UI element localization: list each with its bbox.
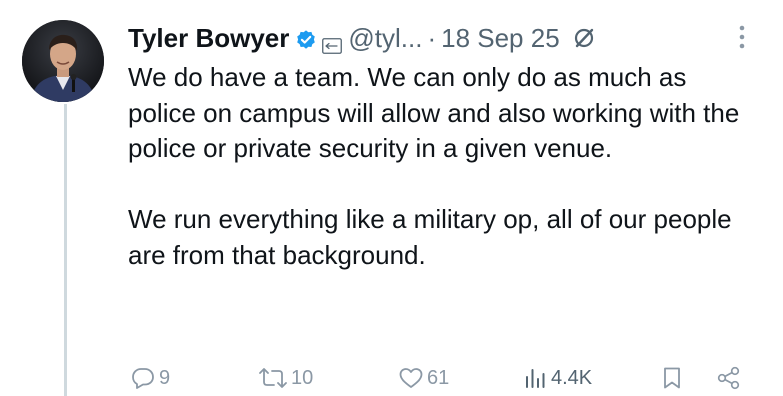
repost-icon bbox=[258, 366, 288, 390]
author-name[interactable]: Tyler Bowyer bbox=[128, 23, 289, 54]
reply-count: 9 bbox=[159, 366, 171, 389]
reply-button[interactable]: 9 bbox=[130, 362, 170, 394]
tweet-header: Tyler Bowyer @tyl... · 18 Sep 25 bbox=[128, 18, 596, 58]
action-bar: 9 10 61 4.4K bbox=[0, 362, 783, 394]
repost-button[interactable]: 10 bbox=[258, 362, 313, 394]
share-button[interactable] bbox=[716, 362, 742, 394]
bookmark-button[interactable] bbox=[662, 362, 682, 394]
more-options-icon[interactable] bbox=[734, 22, 750, 52]
tweet-text: We do have a team. We can only do as muc… bbox=[128, 60, 758, 273]
share-icon bbox=[716, 366, 742, 390]
tweet-date[interactable]: 18 Sep 25 bbox=[441, 23, 560, 54]
bookmark-icon bbox=[662, 366, 682, 390]
affiliate-badge-icon[interactable] bbox=[322, 30, 343, 54]
tweet-paragraph-1: We do have a team. We can only do as muc… bbox=[128, 62, 740, 163]
thread-line bbox=[64, 104, 67, 396]
tweet-paragraph-2: We run everything like a military op, al… bbox=[128, 204, 732, 270]
separator-dot: · bbox=[427, 22, 437, 53]
verified-badge-icon bbox=[295, 27, 317, 49]
views-count: 4.4K bbox=[551, 366, 593, 389]
tweet-card[interactable]: Tyler Bowyer @tyl... · 18 Sep 25 We do h… bbox=[0, 0, 783, 396]
grok-icon[interactable] bbox=[572, 26, 596, 50]
author-handle[interactable]: @tyl... bbox=[348, 23, 422, 54]
avatar[interactable] bbox=[22, 20, 104, 102]
like-button[interactable]: 61 bbox=[398, 362, 449, 394]
reply-icon bbox=[130, 366, 156, 390]
like-count: 61 bbox=[427, 366, 450, 389]
views-button[interactable]: 4.4K bbox=[524, 362, 592, 394]
repost-count: 10 bbox=[291, 366, 314, 389]
heart-icon bbox=[398, 366, 424, 390]
views-chart-icon bbox=[524, 366, 548, 390]
